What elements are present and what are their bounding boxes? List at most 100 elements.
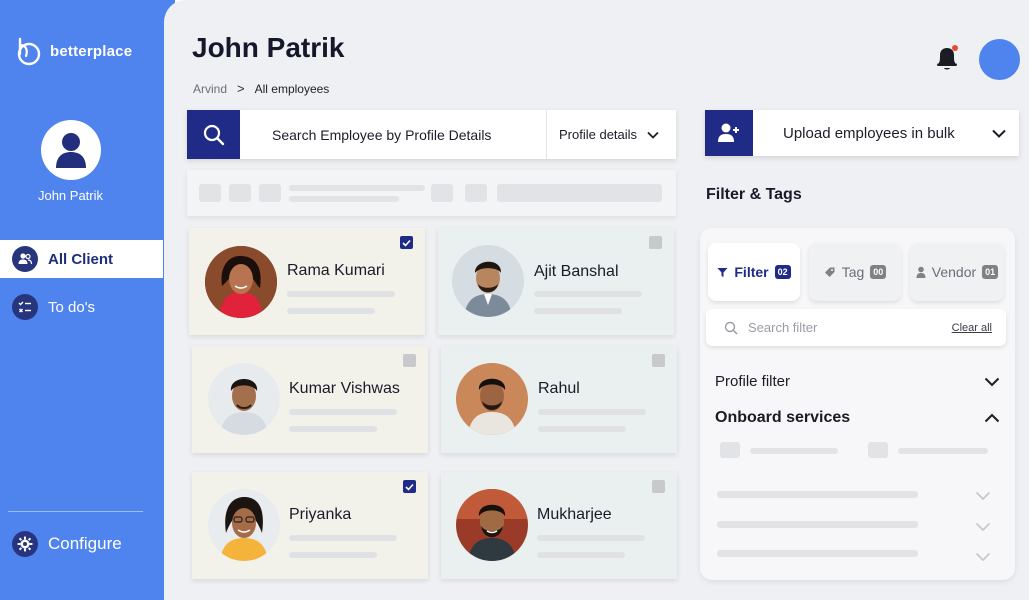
search-icon — [724, 321, 738, 335]
select-checkbox[interactable] — [652, 480, 665, 493]
breadcrumb: Arvind > All employees — [193, 81, 329, 96]
employee-photo — [452, 245, 524, 317]
upload-button[interactable] — [705, 110, 753, 156]
page-title: John Patrik — [192, 32, 345, 63]
employee-name: Kumar Vishwas — [289, 380, 400, 397]
brand-name: betterplace — [50, 42, 133, 60]
chevron-down-icon[interactable] — [975, 549, 991, 567]
placeholder-line — [538, 426, 626, 432]
tab-label: Filter — [734, 264, 769, 280]
breadcrumb-root[interactable]: Arvind — [193, 82, 227, 96]
select-checkbox[interactable] — [403, 354, 416, 367]
filter-search-input[interactable]: Search filter — [748, 320, 952, 335]
upload-bulk-dropdown[interactable]: Upload employees in bulk — [705, 110, 1019, 156]
employee-name: Priyanka — [289, 506, 352, 523]
tab-count-badge: 01 — [982, 265, 999, 279]
placeholder-line — [287, 291, 395, 297]
brand-logo[interactable]: betterplace — [14, 36, 132, 66]
dropdown-label: Profile details — [559, 127, 638, 142]
placeholder-line — [534, 308, 622, 314]
placeholder-line — [287, 308, 375, 314]
tag-icon — [824, 267, 835, 277]
placeholder-line — [534, 291, 642, 297]
placeholder-line — [289, 535, 397, 541]
placeholder-line — [538, 409, 646, 415]
notification-bell-icon[interactable] — [934, 44, 960, 77]
profile-avatar[interactable] — [41, 120, 101, 180]
search-icon — [203, 124, 224, 145]
placeholder-line — [750, 448, 838, 454]
employee-card[interactable]: Priyanka — [192, 472, 428, 579]
breadcrumb-current: All employees — [254, 81, 330, 96]
employee-card[interactable]: Rahul — [441, 346, 677, 453]
chevron-down-icon[interactable] — [975, 519, 991, 537]
select-checkbox[interactable] — [649, 236, 662, 249]
tab-filter[interactable]: Filter 02 — [708, 243, 800, 301]
filter-tags-heading: Filter & Tags — [706, 186, 802, 203]
sidebar: betterplace John Patrik All Client To do… — [0, 0, 175, 600]
select-checkbox[interactable] — [403, 480, 416, 493]
employee-card[interactable]: Rama Kumari — [189, 228, 425, 335]
accordion-label: Onboard services — [715, 409, 851, 426]
employee-name: Rama Kumari — [287, 262, 385, 279]
employee-photo — [456, 363, 528, 435]
chevron-up-icon — [984, 413, 1000, 423]
employee-name: Ajit Banshal — [534, 263, 619, 280]
check-icon — [405, 483, 414, 491]
tab-label: Vendor — [931, 264, 977, 280]
placeholder-line — [898, 448, 988, 454]
placeholder-line — [289, 552, 377, 558]
chevron-down-icon[interactable] — [975, 488, 991, 506]
configure-button[interactable]: Configure — [0, 525, 163, 563]
add-user-icon — [718, 123, 739, 142]
tab-count-badge: 00 — [870, 265, 887, 279]
gear-icon — [12, 531, 38, 557]
placeholder-line — [289, 409, 397, 415]
select-checkbox[interactable] — [652, 354, 665, 367]
placeholder-line — [717, 550, 918, 557]
employee-search-bar[interactable]: Search Employee by Profile Details Profi… — [187, 110, 676, 159]
tab-vendor[interactable]: Vendor 01 — [910, 243, 1004, 301]
breadcrumb-separator: > — [237, 81, 245, 96]
employee-name: Rahul — [538, 380, 580, 397]
main-panel: John Patrik Arvind > All employees Searc… — [164, 0, 1029, 600]
sidebar-item-label: All Client — [48, 250, 114, 268]
user-avatar[interactable] — [979, 39, 1020, 80]
placeholder-block — [720, 442, 740, 458]
employee-photo — [205, 246, 277, 318]
select-checkbox[interactable] — [400, 236, 413, 249]
user-icon — [56, 133, 86, 168]
checklist-icon — [12, 294, 38, 320]
profile-details-dropdown[interactable]: Profile details — [546, 110, 676, 159]
placeholder-line — [537, 552, 625, 558]
placeholder-line — [289, 426, 377, 432]
tab-label: Tag — [841, 264, 865, 280]
accordion-label: Profile filter — [715, 373, 791, 390]
placeholder-line — [717, 521, 918, 528]
search-button[interactable] — [187, 110, 240, 159]
person-icon — [916, 266, 926, 278]
employee-card[interactable]: Ajit Banshal — [438, 228, 674, 335]
employee-card[interactable]: Mukharjee — [441, 472, 677, 579]
chevron-down-icon — [647, 131, 659, 139]
sidebar-divider — [8, 511, 143, 512]
chevron-down-icon — [979, 129, 1019, 138]
betterplace-logo-icon — [14, 36, 42, 66]
sidebar-item-all-client[interactable]: All Client — [0, 240, 163, 278]
clear-all-link[interactable]: Clear all — [952, 322, 992, 334]
tab-tag[interactable]: Tag 00 — [809, 243, 901, 301]
employee-card[interactable]: Kumar Vishwas — [192, 346, 428, 453]
tab-count-badge: 02 — [774, 265, 791, 279]
filter-panel: Filter 02 Tag 00 Vendor 01 Search filter… — [700, 228, 1015, 580]
check-icon — [402, 239, 411, 247]
funnel-icon — [717, 267, 728, 277]
sidebar-item-todos[interactable]: To do's — [0, 288, 163, 326]
employee-photo — [456, 489, 528, 561]
search-input[interactable]: Search Employee by Profile Details — [240, 127, 546, 143]
placeholder-line — [537, 535, 645, 541]
accordion-onboard-services[interactable]: Onboard services — [715, 409, 1000, 427]
profile-name: John Patrik — [37, 188, 104, 203]
accordion-profile-filter[interactable]: Profile filter — [715, 373, 1000, 390]
filter-search-field[interactable]: Search filter Clear all — [706, 309, 1006, 346]
placeholder-block — [868, 442, 888, 458]
